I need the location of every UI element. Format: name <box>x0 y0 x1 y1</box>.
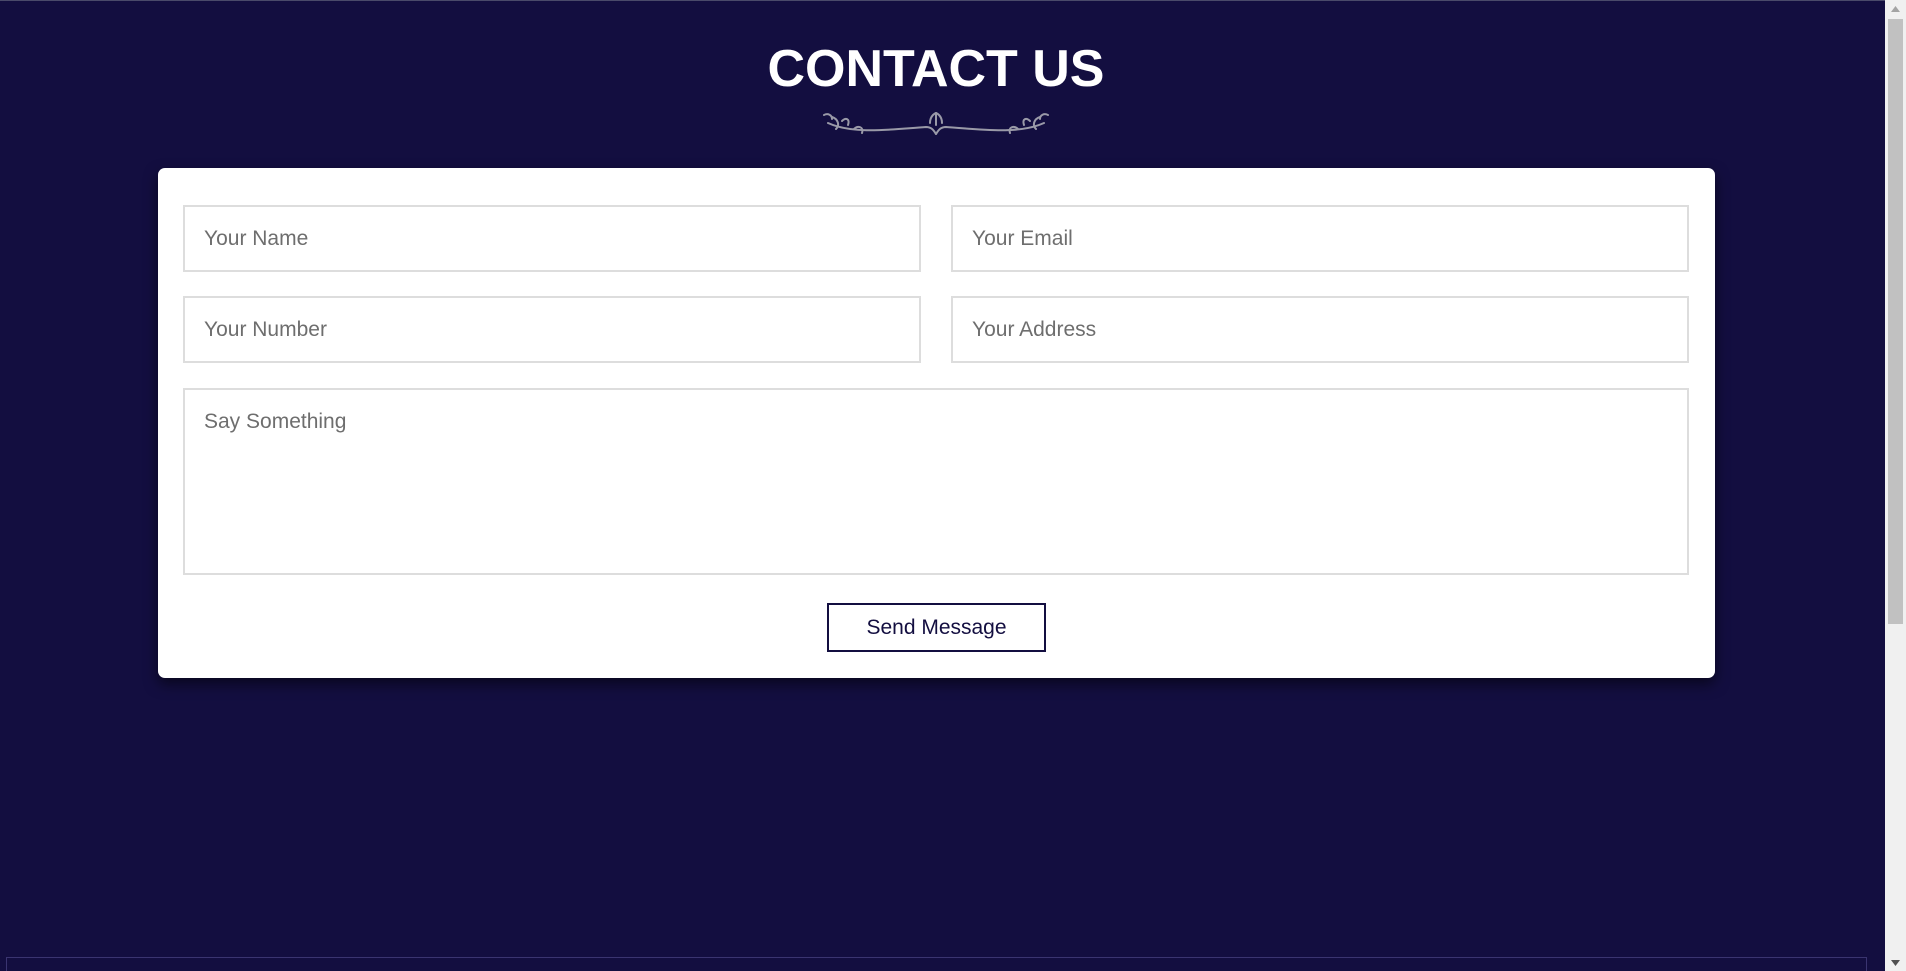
contact-page: CONTACT US Send Message <box>0 0 1885 971</box>
scroll-up-arrow-icon[interactable] <box>1885 0 1906 17</box>
footer-border <box>6 957 1867 971</box>
scroll-thumb[interactable] <box>1888 19 1903 624</box>
floral-divider-icon <box>823 111 1049 135</box>
address-field[interactable] <box>951 296 1689 363</box>
name-field[interactable] <box>183 205 921 272</box>
vertical-scrollbar[interactable] <box>1885 0 1906 971</box>
message-field[interactable] <box>183 388 1689 575</box>
email-field[interactable] <box>951 205 1689 272</box>
top-border <box>0 0 1885 1</box>
page-title: CONTACT US <box>767 40 1105 98</box>
number-field[interactable] <box>183 296 921 363</box>
send-message-button[interactable]: Send Message <box>827 603 1046 652</box>
scroll-down-arrow-icon[interactable] <box>1885 954 1906 971</box>
contact-form-card: Send Message <box>158 168 1715 678</box>
